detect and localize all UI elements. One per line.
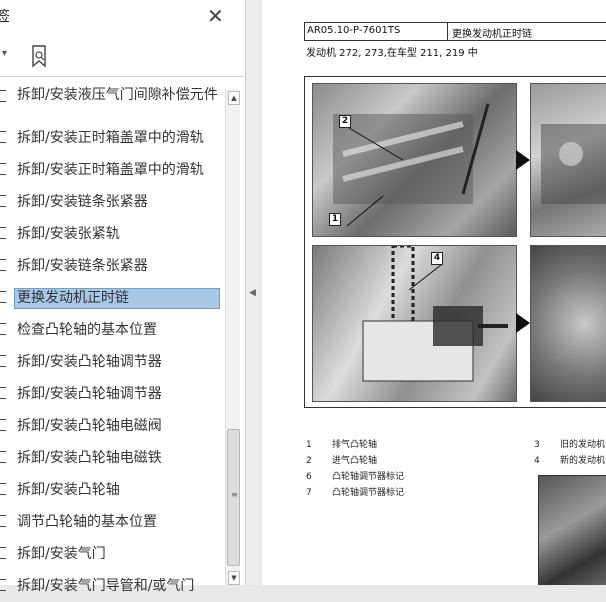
bookmark-item[interactable]: 拆卸/安装凸轮轴电磁阀	[0, 410, 222, 442]
legend-item: 3 旧的发动机	[534, 440, 606, 450]
bookmark-search-icon[interactable]	[30, 44, 50, 72]
panel-toolbar: ▾	[0, 34, 245, 74]
bookmark-label: 更换发动机正时链	[14, 287, 220, 309]
close-icon[interactable]: ✕	[207, 4, 224, 28]
bookmark-item[interactable]: 拆卸/安装液压气门间隙补偿元件	[0, 84, 222, 122]
bookmark-item[interactable]: 拆卸/安装凸轮轴	[0, 474, 222, 506]
doc-code: AR05.10-P-7601TS	[307, 25, 401, 36]
bookmark-icon	[0, 387, 6, 399]
legend-item: 7 凸轮轴调节器标记	[306, 488, 405, 498]
bookmark-item[interactable]: 拆卸/安装凸轮轴电磁铁	[0, 442, 222, 474]
bookmark-label: 拆卸/安装凸轮轴电磁阀	[17, 417, 162, 434]
figure-tag: 1	[329, 213, 341, 226]
bookmark-icon	[0, 227, 6, 239]
bookmark-icon	[0, 419, 6, 431]
bookmark-icon	[0, 259, 6, 271]
bookmark-icon	[0, 355, 6, 367]
bookmark-item[interactable]: 拆卸/安装气门	[0, 538, 222, 570]
chevron-down-icon[interactable]: ▾	[2, 48, 7, 59]
bookmark-icon	[0, 579, 6, 591]
bookmark-label: 拆卸/安装凸轮轴调节器	[17, 385, 162, 402]
bookmark-item[interactable]: 拆卸/安装正时箱盖罩中的滑轨	[0, 154, 222, 186]
bookmark-label: 拆卸/安装正时箱盖罩中的滑轨	[17, 161, 204, 178]
document-page: AR05.10-P-7601TS 更换发动机正时链 发动机 272, 273,在…	[262, 0, 606, 585]
legend-item: 6 凸轮轴调节器标记	[306, 472, 405, 482]
bookmark-item[interactable]: 拆卸/安装正时箱盖罩中的滑轨	[0, 122, 222, 154]
panel-splitter[interactable]: ◀	[246, 0, 260, 585]
bookmark-item[interactable]: 拆卸/安装链条张紧器	[0, 250, 222, 282]
figure-tag: 2	[339, 115, 351, 128]
collapse-arrow-icon[interactable]: ◀	[249, 288, 256, 298]
panel-title: 签	[0, 9, 10, 25]
scrollbar-thumb[interactable]: ≡	[227, 429, 240, 566]
bookmark-label: 拆卸/安装张紧轨	[17, 225, 120, 242]
bookmark-label: 拆卸/安装凸轮轴调节器	[17, 353, 162, 370]
legend-item: 4 新的发动机	[534, 456, 606, 466]
bookmark-label: 检查凸轮轴的基本位置	[17, 321, 157, 338]
scroll-down-icon[interactable]: ▼	[228, 571, 240, 585]
bookmark-icon	[0, 90, 6, 102]
engine-photo-4	[530, 245, 606, 402]
bookmark-icon	[0, 515, 6, 527]
bookmark-item[interactable]: 拆卸/安装凸轮轴调节器	[0, 346, 222, 378]
bookmark-item[interactable]: 拆卸/安装气门导管和/或气门	[0, 570, 222, 602]
bookmark-label: 拆卸/安装链条张紧器	[17, 257, 148, 274]
bookmark-label: 拆卸/安装气门	[17, 545, 106, 562]
bookmark-icon	[0, 547, 6, 559]
bookmark-item-selected[interactable]: 更换发动机正时链	[0, 282, 222, 314]
vertical-scrollbar[interactable]: ▲ ≡ ▼	[225, 89, 240, 585]
bookmark-item[interactable]: 拆卸/安装链条张紧器	[0, 186, 222, 218]
doc-heading: 更换发动机正时链	[452, 29, 532, 40]
legend-item: 2 进气凸轮轴	[306, 456, 378, 466]
bookmark-label: 拆卸/安装气门导管和/或气门	[17, 577, 195, 594]
scroll-up-icon[interactable]: ▲	[228, 91, 240, 105]
bookmark-icon	[0, 483, 6, 495]
figure-tag: 4	[431, 252, 443, 265]
bookmark-label: 拆卸/安装链条张紧器	[17, 193, 148, 210]
doc-header-box: AR05.10-P-7601TS 更换发动机正时链	[304, 22, 606, 41]
divider	[0, 76, 245, 77]
bookmark-label: 拆卸/安装凸轮轴	[17, 481, 120, 498]
bookmark-icon	[0, 131, 6, 143]
figure-frame: 2 1 4	[304, 76, 606, 408]
engine-line: 发动机 272, 273,在车型 211, 219 中	[306, 48, 478, 59]
arrow-right-icon	[516, 313, 530, 333]
bookmark-icon	[0, 323, 6, 335]
engine-photo-2	[530, 83, 606, 237]
bookmark-icon	[0, 195, 6, 207]
bookmark-label: 拆卸/安装液压气门间隙补偿元件	[17, 87, 218, 103]
engine-photo-1	[312, 83, 517, 237]
bookmark-icon	[0, 163, 6, 175]
bookmark-item[interactable]: 拆卸/安装凸轮轴调节器	[0, 378, 222, 410]
grip-icon: ≡	[231, 490, 238, 499]
bookmark-list: 拆卸/安装液压气门间隙补偿元件 拆卸/安装正时箱盖罩中的滑轨 拆卸/安装正时箱盖…	[0, 84, 222, 602]
bookmark-item[interactable]: 检查凸轮轴的基本位置	[0, 314, 222, 346]
bookmarks-panel: 签 ✕ ▾ 拆卸/安装液压气门间隙补偿元件 拆卸/安装正时箱盖罩中的滑轨 拆卸/…	[0, 0, 246, 594]
legend-item: 1 排气凸轮轴	[306, 440, 378, 450]
arrow-right-icon	[516, 150, 530, 170]
engine-photo-5	[538, 475, 606, 585]
bookmark-icon	[0, 451, 6, 463]
panel-header: 签 ✕	[0, 0, 245, 34]
bookmark-label: 拆卸/安装凸轮轴电磁铁	[17, 449, 162, 466]
bookmark-item[interactable]: 拆卸/安装张紧轨	[0, 218, 222, 250]
bookmark-icon	[0, 291, 6, 303]
engine-photo-3	[312, 245, 517, 402]
bookmark-item[interactable]: 调节凸轮轴的基本位置	[0, 506, 222, 538]
bookmark-label: 拆卸/安装正时箱盖罩中的滑轨	[17, 129, 204, 146]
bookmark-label: 调节凸轮轴的基本位置	[17, 513, 157, 530]
divider	[447, 23, 448, 40]
